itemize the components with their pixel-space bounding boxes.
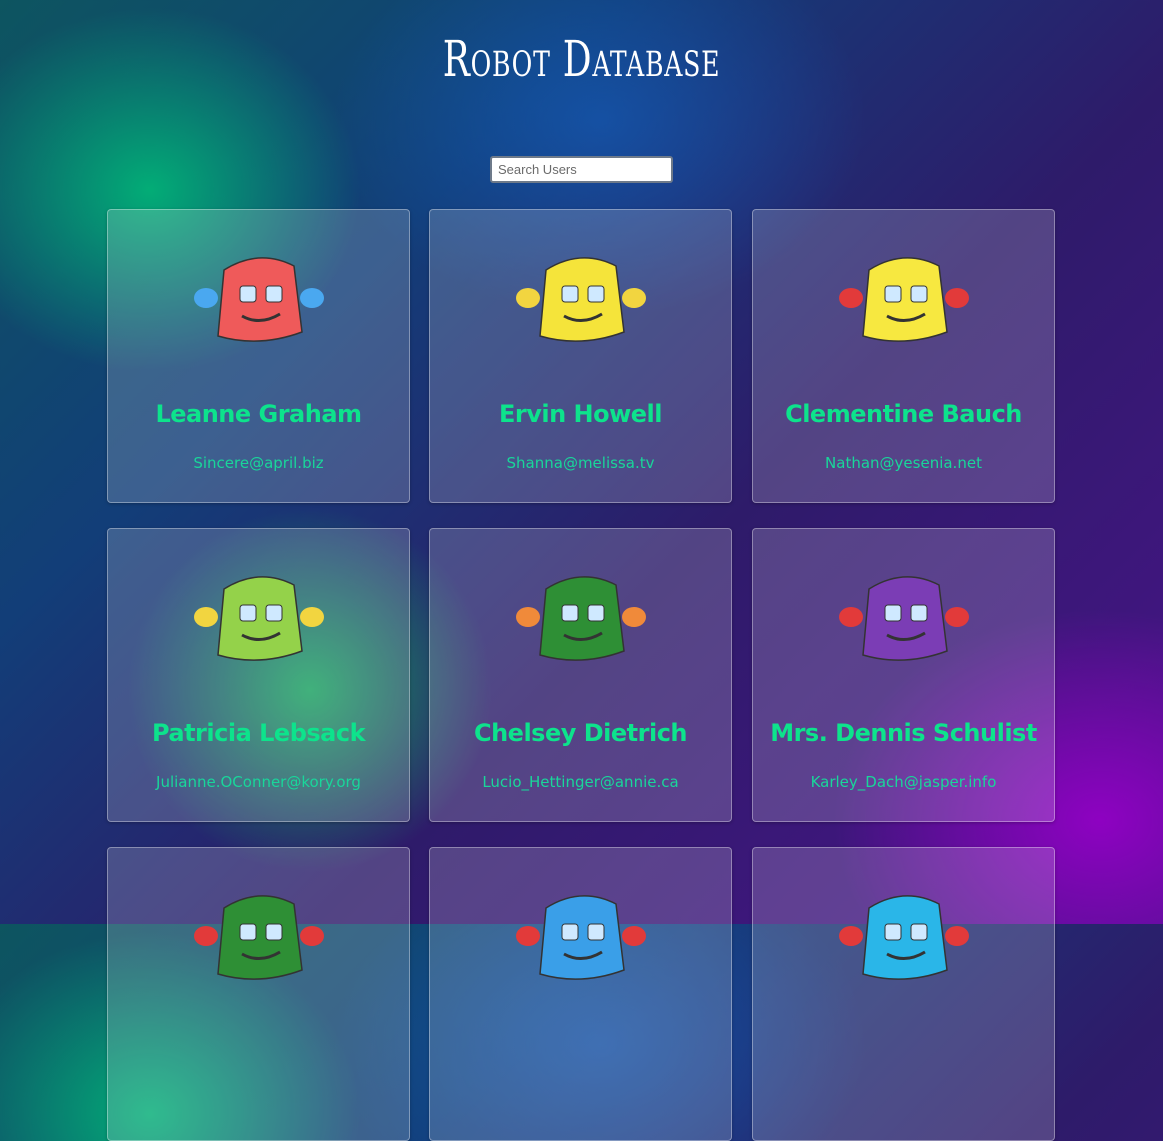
robot-ear-right: [945, 926, 969, 946]
robot-card[interactable]: Chelsey Dietrich Lucio_Hettinger@annie.c…: [429, 528, 732, 822]
robot-ear-left: [839, 288, 863, 308]
robot-email: Nathan@yesenia.net: [825, 454, 982, 472]
robot-email: Julianne.OConner@kory.org: [156, 773, 361, 791]
robot-ear-left: [194, 288, 218, 308]
robot-ear-left: [839, 607, 863, 627]
robot-name: Leanne Graham: [155, 400, 362, 428]
robot-head: [217, 257, 303, 342]
page-title: Robot Database: [442, 30, 721, 88]
robot-avatar: [839, 257, 969, 342]
robot-head: [539, 257, 625, 342]
robot-ear-right: [622, 288, 646, 308]
robot-email: Shanna@melissa.tv: [506, 454, 655, 472]
robot-card[interactable]: Leanne Graham Sincere@april.biz: [107, 209, 410, 503]
robot-card[interactable]: Patricia Lebsack Julianne.OConner@kory.o…: [107, 528, 410, 822]
robot-head: [539, 895, 625, 980]
robot-email: Sincere@april.biz: [193, 454, 324, 472]
robot-email: Karley_Dach@jasper.info: [810, 773, 997, 791]
robot-name: Patricia Lebsack: [151, 719, 366, 747]
robot-head: [862, 257, 948, 342]
robot-card[interactable]: [429, 847, 732, 1141]
robot-avatar: [516, 257, 646, 342]
robot-card[interactable]: Clementine Bauch Nathan@yesenia.net: [752, 209, 1055, 503]
robot-ear-left: [839, 926, 863, 946]
robot-ear-left: [516, 926, 540, 946]
robot-card[interactable]: Mrs. Dennis Schulist Karley_Dach@jasper.…: [752, 528, 1055, 822]
robot-head: [217, 576, 303, 661]
robot-name: Ervin Howell: [498, 400, 663, 428]
robot-name: Mrs. Dennis Schulist: [770, 719, 1037, 747]
robot-name: Clementine Bauch: [785, 400, 1022, 428]
robot-ear-right: [622, 607, 646, 627]
robot-avatar: [516, 895, 646, 980]
robot-ear-left: [516, 607, 540, 627]
search-input[interactable]: [490, 156, 673, 183]
robot-ear-right: [300, 288, 324, 308]
robot-avatar: [194, 576, 324, 661]
robot-card[interactable]: Ervin Howell Shanna@melissa.tv: [429, 209, 732, 503]
robot-avatar: [839, 576, 969, 661]
robot-card[interactable]: [107, 847, 410, 1141]
robot-card[interactable]: [752, 847, 1055, 1141]
robot-head: [217, 895, 303, 980]
robot-name: Chelsey Dietrich: [473, 719, 688, 747]
robot-head: [862, 895, 948, 980]
robot-ear-left: [194, 607, 218, 627]
robot-ear-right: [622, 926, 646, 946]
robot-ear-right: [300, 607, 324, 627]
robot-avatar: [839, 895, 969, 980]
robot-ear-right: [300, 926, 324, 946]
robot-head: [862, 576, 948, 661]
robot-ear-right: [945, 607, 969, 627]
robot-ear-right: [945, 288, 969, 308]
robot-avatar: [194, 895, 324, 980]
robot-ear-left: [194, 926, 218, 946]
robot-ear-left: [516, 288, 540, 308]
robot-email: Lucio_Hettinger@annie.ca: [482, 773, 679, 791]
robot-avatar: [194, 257, 324, 342]
robot-head: [539, 576, 625, 661]
robot-avatar: [516, 576, 646, 661]
